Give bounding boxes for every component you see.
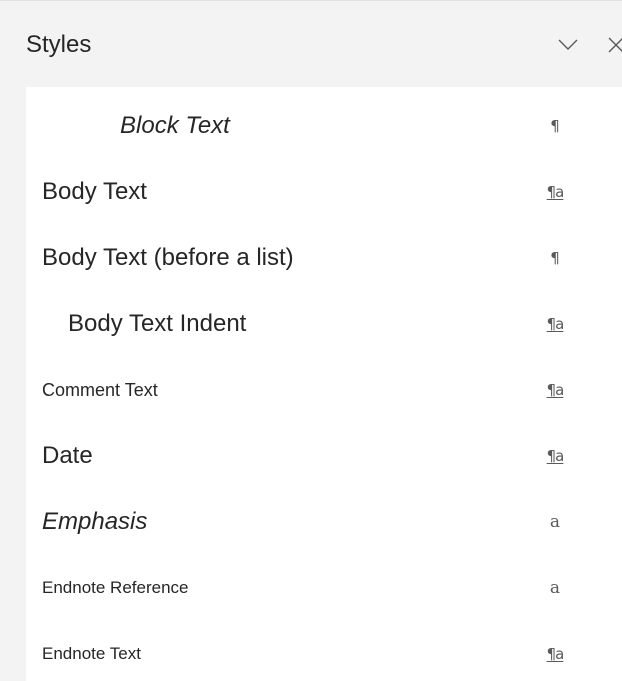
paragraph-style-icon: ¶: [550, 249, 560, 267]
styles-pane: Styles Block Text ¶ Body Text ¶a Body Te…: [0, 0, 622, 681]
pane-title: Styles: [26, 31, 92, 58]
character-style-icon: a: [549, 512, 561, 532]
chevron-down-icon: [558, 39, 578, 50]
style-list[interactable]: Block Text ¶ Body Text ¶a Body Text (bef…: [26, 87, 622, 681]
style-name: Endnote Reference: [42, 578, 189, 597]
style-item-date[interactable]: Date ¶a: [26, 423, 586, 489]
style-name: Block Text: [120, 112, 230, 139]
linked-style-icon: ¶a: [546, 183, 565, 201]
linked-style-icon: ¶a: [546, 315, 565, 333]
style-item-body-text-before-a-list[interactable]: Body Text (before a list) ¶: [26, 225, 586, 291]
character-style-icon: a: [549, 578, 561, 598]
style-name: Endnote Text: [42, 644, 141, 663]
style-name: Body Text (before a list): [42, 244, 294, 271]
paragraph-style-icon: ¶: [550, 117, 560, 135]
linked-style-icon: ¶a: [546, 447, 565, 465]
style-name: Emphasis: [42, 508, 148, 535]
style-item-block-text[interactable]: Block Text ¶: [26, 93, 586, 159]
close-icon: [608, 37, 622, 53]
style-item-emphasis[interactable]: Emphasis a: [26, 489, 586, 555]
style-item-endnote-text[interactable]: Endnote Text ¶a: [26, 621, 586, 681]
style-item-body-text[interactable]: Body Text ¶a: [26, 159, 586, 225]
style-name: Comment Text: [42, 380, 158, 400]
linked-style-icon: ¶a: [546, 381, 565, 399]
close-pane-button[interactable]: [600, 29, 622, 61]
style-name: Body Text: [42, 178, 147, 205]
linked-style-icon: ¶a: [546, 645, 565, 663]
pane-header: Styles: [0, 1, 622, 87]
style-item-comment-text[interactable]: Comment Text ¶a: [26, 357, 586, 423]
style-name: Date: [42, 442, 93, 469]
collapse-pane-button[interactable]: [552, 29, 584, 61]
style-item-endnote-reference[interactable]: Endnote Reference a: [26, 555, 586, 621]
style-item-body-text-indent[interactable]: Body Text Indent ¶a: [26, 291, 586, 357]
style-name: Body Text Indent: [68, 310, 247, 337]
